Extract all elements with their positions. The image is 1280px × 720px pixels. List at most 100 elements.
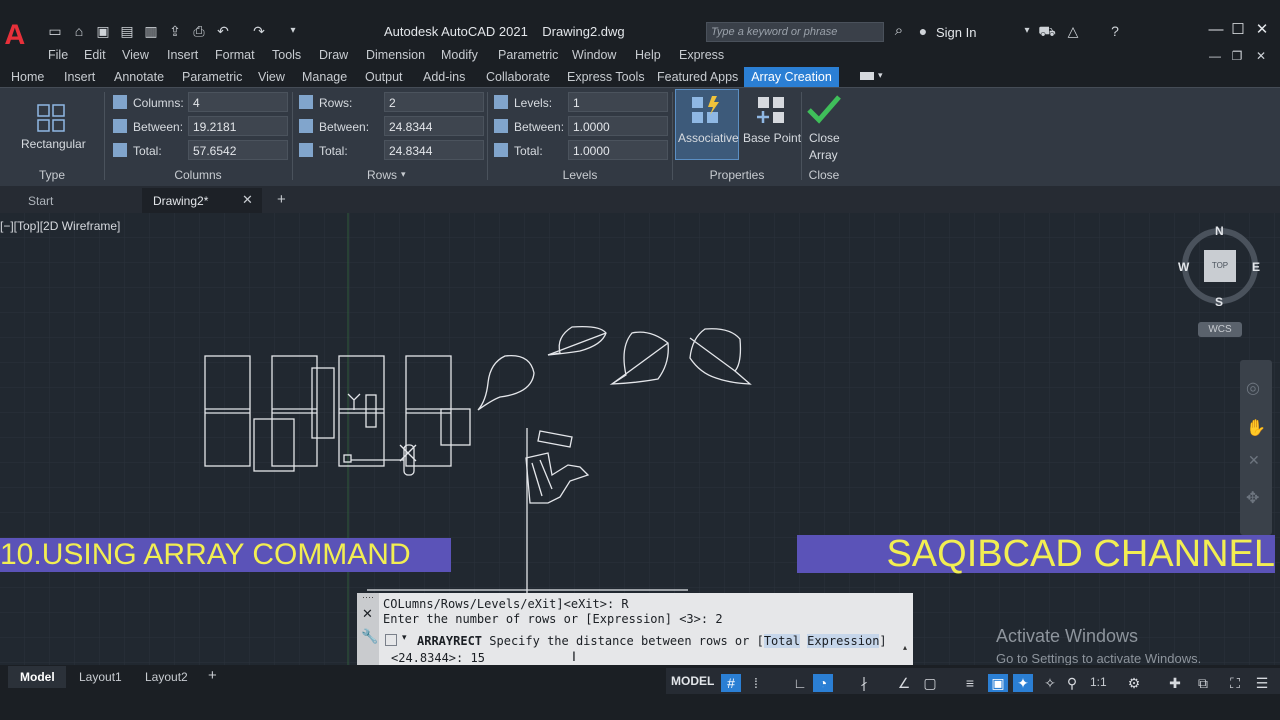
- new-tab-plus-icon[interactable]: +: [277, 191, 286, 208]
- a360-icon[interactable]: △: [1064, 22, 1082, 40]
- column-total-field[interactable]: 57.6542: [188, 140, 288, 160]
- doc-minimize-icon[interactable]: —: [1206, 47, 1224, 65]
- model-space-button[interactable]: MODEL: [671, 674, 714, 688]
- isometric-drafting-icon[interactable]: ∤: [854, 674, 874, 692]
- rows-dropdown-icon[interactable]: ▾: [401, 169, 406, 180]
- tab-annotate[interactable]: Annotate: [114, 70, 164, 84]
- redo-icon[interactable]: ↷: [250, 22, 268, 40]
- minimize-icon[interactable]: —: [1206, 20, 1226, 40]
- recent-commands-icon[interactable]: [385, 634, 397, 646]
- viewcube-top-face[interactable]: TOP: [1204, 250, 1236, 282]
- layout-tab-model[interactable]: Model: [20, 670, 55, 684]
- close-array-label-2[interactable]: Array: [809, 148, 838, 162]
- rectangular-array-icon[interactable]: [36, 103, 66, 133]
- polar-tracking-icon[interactable]: ◔: [813, 674, 833, 692]
- columns-count-field[interactable]: 4: [188, 92, 288, 112]
- grid-display-icon[interactable]: #: [721, 674, 741, 692]
- menu-format[interactable]: Format: [215, 48, 255, 62]
- menu-express[interactable]: Express: [679, 48, 724, 62]
- menu-edit[interactable]: Edit: [84, 48, 106, 62]
- compass-south-label[interactable]: S: [1215, 295, 1223, 309]
- close-array-label-1[interactable]: Close: [809, 131, 840, 145]
- doc-close-icon[interactable]: ✕: [1252, 47, 1270, 65]
- undo-icon[interactable]: ↶: [214, 22, 232, 40]
- close-command-line-icon[interactable]: ✕: [362, 606, 373, 622]
- annotation-visibility-icon[interactable]: ✧: [1040, 674, 1060, 692]
- save-icon[interactable]: ▣: [94, 22, 112, 40]
- option-expression[interactable]: Expression: [807, 634, 880, 648]
- level-total-field[interactable]: 1.0000: [568, 140, 668, 160]
- tab-output[interactable]: Output: [365, 70, 403, 84]
- tab-express-tools[interactable]: Express Tools: [567, 70, 645, 84]
- menu-modify[interactable]: Modify: [441, 48, 478, 62]
- customize-qat-icon[interactable]: ▾: [284, 22, 302, 40]
- menu-help[interactable]: Help: [635, 48, 661, 62]
- ribbon-toggle-dropdown-icon[interactable]: ▾: [878, 70, 883, 81]
- tab-view[interactable]: View: [258, 70, 285, 84]
- command-input-value[interactable]: 15: [470, 651, 484, 665]
- sign-in-dropdown-icon[interactable]: ▾: [1018, 22, 1036, 40]
- layout-tab-layout2[interactable]: Layout2: [145, 670, 188, 684]
- row-between-field[interactable]: 24.8344: [384, 116, 484, 136]
- auto-scale-icon[interactable]: ⚲: [1062, 674, 1082, 692]
- column-between-field[interactable]: 19.2181: [188, 116, 288, 136]
- upload-icon[interactable]: ⇪: [166, 22, 184, 40]
- tab-manage[interactable]: Manage: [302, 70, 347, 84]
- tab-home[interactable]: Home: [11, 70, 44, 84]
- ribbon-toggle-icon[interactable]: [860, 72, 874, 80]
- base-point-button[interactable]: Base Point: [743, 131, 801, 145]
- cart-icon[interactable]: ⛟: [1038, 22, 1056, 40]
- level-between-field[interactable]: 1.0000: [568, 116, 668, 136]
- help-icon[interactable]: ?: [1106, 22, 1124, 40]
- zoom-extents-icon[interactable]: ✕: [1248, 452, 1260, 469]
- rectangular-button[interactable]: Rectangular: [21, 137, 86, 151]
- object-snap-icon[interactable]: ▢: [920, 674, 940, 692]
- customization-menu-icon[interactable]: ☰: [1252, 674, 1272, 692]
- tab-array-creation[interactable]: Array Creation: [744, 67, 839, 87]
- maximize-icon[interactable]: ☐: [1228, 20, 1248, 40]
- tab-featured-apps[interactable]: Featured Apps: [657, 70, 738, 84]
- command-history-scroll-icon[interactable]: ▴: [903, 643, 907, 652]
- new-file-icon[interactable]: ▭: [46, 22, 64, 40]
- save-as-icon[interactable]: ▤: [118, 22, 136, 40]
- tab-parametric[interactable]: Parametric: [182, 70, 242, 84]
- doc-restore-icon[interactable]: ❐: [1228, 47, 1246, 65]
- workspace-gear-icon[interactable]: ⚙: [1124, 674, 1144, 692]
- tab-collaborate[interactable]: Collaborate: [486, 70, 550, 84]
- panel-title-rows[interactable]: Rows: [360, 168, 404, 182]
- steering-wheel-icon[interactable]: ◎: [1246, 378, 1260, 398]
- base-point-icon[interactable]: [756, 95, 788, 127]
- drag-grip-icon[interactable]: ····: [362, 592, 374, 602]
- pan-hand-icon[interactable]: ✋: [1246, 418, 1266, 438]
- option-total[interactable]: Total: [763, 634, 800, 648]
- wcs-menu-button[interactable]: WCS: [1198, 322, 1242, 337]
- command-input[interactable]: <24.8344>: 15: [391, 651, 485, 665]
- rows-count-field[interactable]: 2: [384, 92, 484, 112]
- viewport-controls-label[interactable]: [−][Top][2D Wireframe]: [0, 219, 120, 233]
- object-snap-tracking-icon[interactable]: ∠: [894, 674, 914, 692]
- sign-in-button[interactable]: Sign In: [936, 25, 976, 40]
- compass-north-label[interactable]: N: [1215, 224, 1224, 238]
- menu-view[interactable]: View: [122, 48, 149, 62]
- print-icon[interactable]: ⎙: [190, 22, 208, 40]
- search-icon[interactable]: ⌕: [890, 22, 908, 40]
- tab-start[interactable]: Start: [28, 194, 53, 208]
- levels-count-field[interactable]: 1: [568, 92, 668, 112]
- lineweight-icon[interactable]: ≡: [960, 674, 980, 692]
- close-tab-icon[interactable]: ✕: [242, 192, 253, 208]
- close-array-checkmark-icon[interactable]: [806, 93, 842, 125]
- row-total-field[interactable]: 24.8344: [384, 140, 484, 160]
- customize-wrench-icon[interactable]: 🔧: [361, 628, 378, 645]
- layout-tab-layout1[interactable]: Layout1: [79, 670, 122, 684]
- menu-draw[interactable]: Draw: [319, 48, 348, 62]
- annotation-scale[interactable]: 1:1: [1090, 675, 1107, 689]
- compass-east-label[interactable]: E: [1252, 260, 1260, 274]
- menu-dimension[interactable]: Dimension: [366, 48, 425, 62]
- menu-tools[interactable]: Tools: [272, 48, 301, 62]
- web-mobile-icon[interactable]: ▥: [142, 22, 160, 40]
- menu-insert[interactable]: Insert: [167, 48, 198, 62]
- user-icon[interactable]: ●: [914, 22, 932, 40]
- isolate-objects-icon[interactable]: ⧉: [1193, 674, 1213, 692]
- ortho-mode-icon[interactable]: ∟: [790, 674, 810, 692]
- search-input[interactable]: [706, 22, 884, 42]
